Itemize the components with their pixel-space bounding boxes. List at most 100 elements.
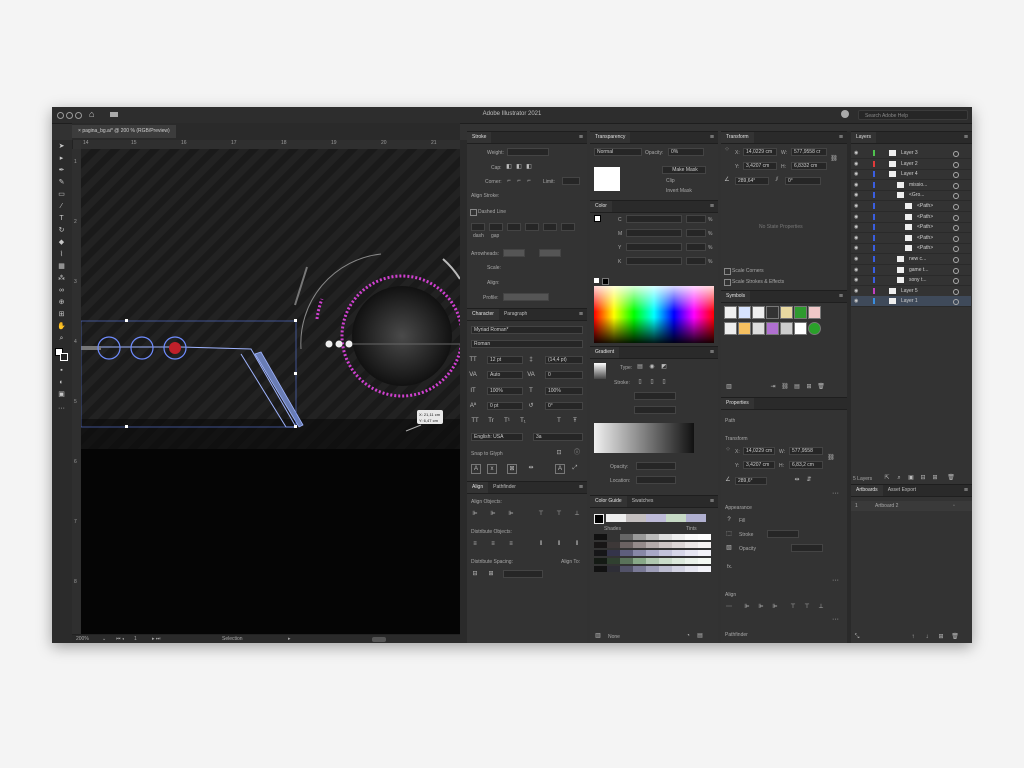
document-tab[interactable]: × pagina_bg.ai* @ 200 % (RGB/Preview) xyxy=(72,125,176,138)
invert-mask-checkbox[interactable]: Invert Mask xyxy=(666,188,692,194)
panel-menu-icon[interactable]: ≡ xyxy=(710,132,714,143)
break-link-icon[interactable]: ⛓ xyxy=(781,383,789,391)
effects-icon[interactable]: fx. xyxy=(727,564,732,570)
new-symbol-icon[interactable]: ⊞ xyxy=(805,383,813,391)
paragraph-tab[interactable]: Paragraph xyxy=(499,309,532,320)
round-join-icon[interactable]: ⌐ xyxy=(515,177,523,185)
zoom-tool-icon[interactable]: ⌕ xyxy=(57,334,66,343)
opacity-icon[interactable]: ▧ xyxy=(725,544,733,552)
align-hcenter-icon[interactable]: ⊫ xyxy=(489,510,497,518)
align-to-icon[interactable]: ⋯ xyxy=(725,603,733,611)
panel-menu-icon[interactable]: ≡ xyxy=(839,291,843,302)
bevel-join-icon[interactable]: ⌐ xyxy=(525,177,533,185)
stroke-limit-field[interactable] xyxy=(562,177,580,185)
layer-row[interactable]: ◉ <Path> xyxy=(851,212,971,223)
visibility-eye-icon[interactable]: ◉ xyxy=(854,233,858,243)
gap-field[interactable] xyxy=(561,223,575,231)
x-height-snap-icon[interactable]: x xyxy=(487,464,497,474)
align-tab[interactable]: Align xyxy=(467,482,489,493)
layer-row[interactable]: ◉ Layer 3 xyxy=(851,148,971,159)
collect-export-icon[interactable]: ⇱ xyxy=(883,474,891,482)
visibility-eye-icon[interactable]: ◉ xyxy=(854,212,858,222)
properties-h-field[interactable]: 6,83,2 cm xyxy=(789,461,823,469)
transform-h-field[interactable]: 6,8332 cm xyxy=(791,162,827,170)
visibility-eye-icon[interactable]: ◉ xyxy=(854,180,858,190)
align-left-icon[interactable]: ⊫ xyxy=(743,603,751,611)
stroke-tab[interactable]: Stroke xyxy=(467,132,492,143)
superscript-icon[interactable]: T¹ xyxy=(503,417,511,425)
distribute-left-icon[interactable]: ⫴ xyxy=(537,540,545,548)
scale-corners-checkbox[interactable] xyxy=(724,268,731,275)
target-icon[interactable] xyxy=(953,161,959,168)
symbol-button[interactable] xyxy=(808,322,821,335)
stroke-weight-field[interactable] xyxy=(507,148,549,156)
font-size-field[interactable]: 12 pt xyxy=(487,356,523,364)
distribute-top-icon[interactable]: ≡ xyxy=(471,540,479,548)
shear-field[interactable]: 0° xyxy=(785,177,821,185)
properties-tab[interactable]: Properties xyxy=(721,398,754,409)
magenta-field[interactable] xyxy=(686,229,706,237)
panel-menu-icon[interactable]: ≡ xyxy=(964,485,968,496)
visibility-eye-icon[interactable]: ◉ xyxy=(854,286,858,296)
delete-artboard-icon[interactable]: 🗑 xyxy=(951,633,959,641)
align-left-icon[interactable]: ⊫ xyxy=(471,510,479,518)
align-vcenter-icon[interactable]: ⊤ xyxy=(803,603,811,611)
distribute-vcenter-icon[interactable]: ≡ xyxy=(489,540,497,548)
shape-builder-icon[interactable]: ⊕ xyxy=(57,298,66,307)
target-icon[interactable] xyxy=(953,246,959,253)
profile-select[interactable] xyxy=(503,293,549,301)
artboard-tool-icon[interactable]: ⊞ xyxy=(57,310,66,319)
character-rotation-field[interactable]: 0° xyxy=(545,402,583,410)
character-tab[interactable]: Character xyxy=(467,309,499,320)
stroke-within-icon[interactable]: ▯ xyxy=(636,378,644,386)
strikethrough-icon[interactable]: Ŧ xyxy=(571,417,579,425)
color-tab[interactable]: Color xyxy=(590,201,612,212)
symbol-swatch[interactable] xyxy=(752,322,765,335)
artboard-row[interactable]: 1 Artboard 2 ▫ xyxy=(851,501,972,511)
symbol-swatch[interactable] xyxy=(766,306,779,319)
info-icon[interactable]: ⓘ xyxy=(573,449,581,457)
arrowhead-end-select[interactable] xyxy=(539,249,561,257)
gradient-location-field[interactable] xyxy=(636,476,676,484)
reference-point-icon[interactable]: ⁘ xyxy=(724,446,732,454)
color-mode-icon[interactable]: ▪ xyxy=(57,366,66,375)
rectangle-tool-icon[interactable]: ▭ xyxy=(57,190,66,199)
symbols-tab[interactable]: Symbols xyxy=(721,291,751,302)
panel-menu-icon[interactable]: ≡ xyxy=(579,309,583,320)
new-layer-icon[interactable]: ⊞ xyxy=(931,474,939,482)
magenta-slider[interactable] xyxy=(626,229,682,237)
proximity-guides-icon[interactable]: ⇹ xyxy=(527,464,535,472)
layer-row[interactable]: ◉ <Path> xyxy=(851,233,971,244)
gradient-tab[interactable]: Gradient xyxy=(590,347,620,358)
layer-row[interactable]: ◉ <Gro... xyxy=(851,190,971,202)
gradient-angle-field[interactable] xyxy=(634,392,676,400)
miter-join-icon[interactable]: ⌐ xyxy=(505,177,513,185)
all-caps-icon[interactable]: TT xyxy=(471,417,479,425)
visibility-eye-icon[interactable]: ◉ xyxy=(854,296,858,306)
stroke-along-icon[interactable]: ▯ xyxy=(648,378,656,386)
target-icon[interactable] xyxy=(953,214,959,221)
distribute-bottom-icon[interactable]: ≡ xyxy=(507,540,515,548)
black-swatch[interactable] xyxy=(602,278,609,285)
gap-field[interactable] xyxy=(489,223,503,231)
paintbrush-tool-icon[interactable]: ⁄ xyxy=(57,202,66,211)
delete-symbol-icon[interactable]: 🗑 xyxy=(817,383,825,391)
visibility-eye-icon[interactable]: ◉ xyxy=(854,201,858,211)
font-style-select[interactable]: Roman xyxy=(471,340,583,348)
rotate-tool-icon[interactable]: ↻ xyxy=(57,226,66,235)
target-icon[interactable] xyxy=(953,257,959,263)
baseline-snap-icon[interactable]: A xyxy=(471,464,481,474)
screen-mode-icon[interactable]: ▣ xyxy=(57,390,66,399)
symbol-butterfly[interactable] xyxy=(738,306,751,319)
gap-field[interactable] xyxy=(525,223,539,231)
panel-menu-icon[interactable]: ≡ xyxy=(839,132,843,143)
properties-y-field[interactable]: 3,4207 cm xyxy=(743,461,775,469)
target-icon[interactable] xyxy=(953,204,959,210)
gradient-aspect-field[interactable] xyxy=(634,406,676,414)
color-spectrum[interactable] xyxy=(594,286,714,343)
properties-stroke-field[interactable] xyxy=(767,530,799,538)
visibility-eye-icon[interactable]: ◉ xyxy=(854,148,858,158)
layers-tab[interactable]: Layers xyxy=(851,132,877,143)
underline-icon[interactable]: T xyxy=(555,417,563,425)
color-variations-grid[interactable] xyxy=(594,534,714,574)
